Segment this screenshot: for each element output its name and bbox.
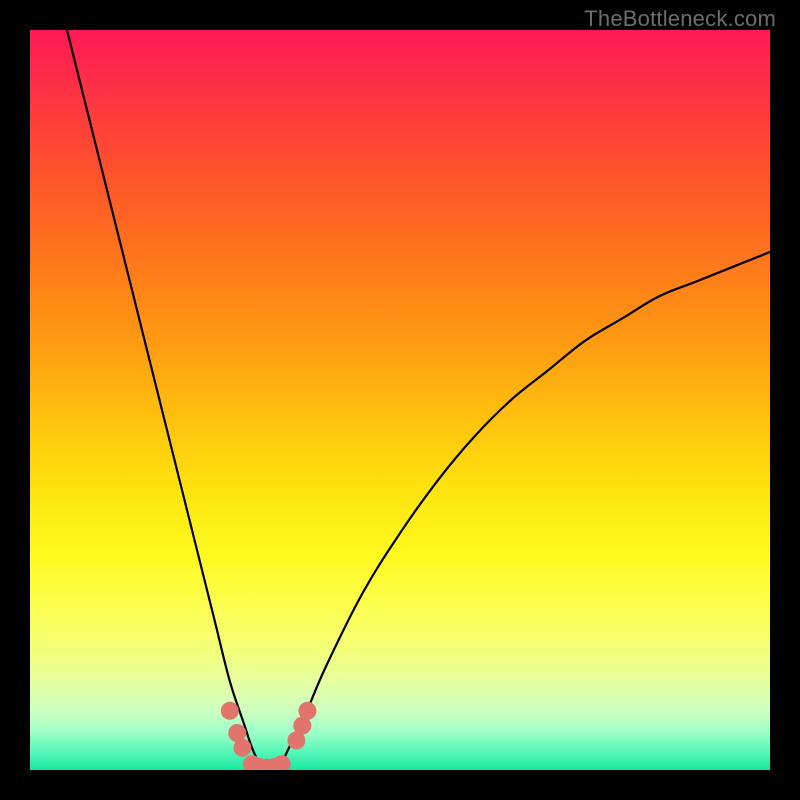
watermark-text: TheBottleneck.com — [584, 6, 776, 32]
curve-marker — [221, 702, 239, 720]
chart-svg — [30, 30, 770, 770]
curve-marker — [233, 739, 251, 757]
curve-markers — [221, 702, 317, 770]
chart-frame: TheBottleneck.com — [0, 0, 800, 800]
curve-marker — [299, 702, 317, 720]
bottleneck-curve — [67, 30, 770, 768]
curve-marker — [273, 755, 291, 770]
